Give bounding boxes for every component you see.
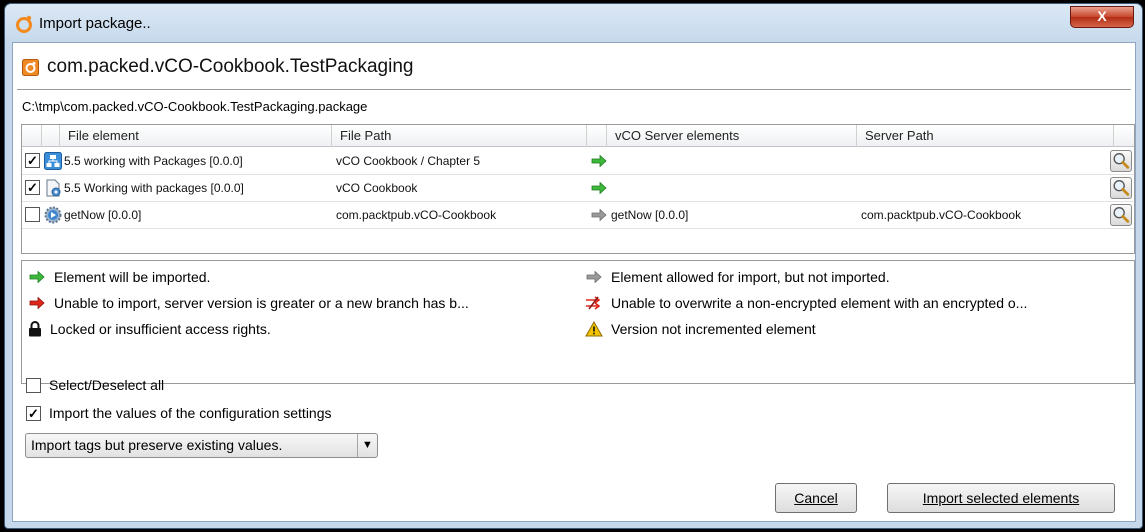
cancel-button[interactable]: Cancel <box>775 483 857 513</box>
magnifier-icon <box>1113 180 1130 196</box>
workflow-icon <box>44 152 62 170</box>
header-server-path[interactable]: Server Path <box>857 125 1114 147</box>
header-server-elements[interactable]: vCO Server elements <box>607 125 857 147</box>
magnifier-button[interactable] <box>1110 177 1132 199</box>
legend-imported: Element will be imported. <box>28 266 210 288</box>
package-header: com.packed.vCO-Cookbook.TestPackaging <box>22 55 413 79</box>
magnifier-button[interactable] <box>1110 204 1132 226</box>
elements-table: File element File Path vCO Server elemen… <box>21 124 1135 254</box>
legend-unable-overwrite: Unable to overwrite a non-encrypted elem… <box>585 292 1027 314</box>
header-file-path[interactable]: File Path <box>332 125 587 147</box>
file-path-cell: vCO Cookbook <box>336 181 418 195</box>
gray-arrow-icon <box>591 209 607 221</box>
import-selected-button[interactable]: Import selected elements <box>887 483 1115 513</box>
package-icon <box>22 58 39 76</box>
import-package-window: Import package.. X com.packed.vCO-Cookbo… <box>0 0 1145 532</box>
select-all-option[interactable]: Select/Deselect all <box>26 375 164 395</box>
import-config-checkbox[interactable]: ✓ <box>26 405 41 421</box>
dropdown-arrow-icon[interactable]: ▼ <box>357 434 377 457</box>
file-element-cell: 5.5 Working with packages [0.0.0] <box>64 181 244 195</box>
magnifier-button[interactable] <box>1110 150 1132 172</box>
legend-not-incremented-text: Version not incremented element <box>611 321 816 337</box>
server-path-cell: com.packtpub.vCO-Cookbook <box>861 208 1022 222</box>
legend-allowed-not-imported: Element allowed for import, but not impo… <box>585 266 890 288</box>
tags-import-select[interactable]: Import tags but preserve existing values… <box>25 433 378 458</box>
table-row[interactable]: getNow [0.0.0] com.packtpub.vCO-Cookbook… <box>22 202 1134 229</box>
legend-unable-import-text: Unable to import, server version is grea… <box>54 295 469 311</box>
import-config-label: Import the values of the configuration s… <box>49 405 332 421</box>
legend-unable-overwrite-text: Unable to overwrite a non-encrypted elem… <box>611 295 1028 311</box>
legend-locked-text: Locked or insufficient access rights. <box>50 321 271 337</box>
file-element-cell: 5.5 working with Packages [0.0.0] <box>64 154 243 168</box>
table-header: File element File Path vCO Server elemen… <box>22 125 1134 147</box>
legend-imported-text: Element will be imported. <box>54 269 211 285</box>
cancel-button-label: Cancel <box>794 490 838 506</box>
warning-icon <box>585 321 603 337</box>
window-frame: Import package.. X com.packed.vCO-Cookbo… <box>4 3 1143 529</box>
header-status-column <box>587 125 607 147</box>
file-path-cell: com.packtpub.vCO-Cookbook <box>336 208 497 222</box>
legend-allowed-text: Element allowed for import, but not impo… <box>611 269 890 285</box>
lock-icon <box>29 321 41 337</box>
dialog-content: com.packed.vCO-Cookbook.TestPackaging C:… <box>12 42 1136 522</box>
table-row[interactable]: ✓ 5.5 working with Packages [0.0.0] vCO … <box>22 148 1134 175</box>
row-checkbox[interactable]: ✓ <box>25 180 40 195</box>
legend-not-incremented: Version not incremented element <box>585 318 816 340</box>
window-title: Import package.. <box>39 15 151 32</box>
status-legend: Element will be imported. Element allowe… <box>21 260 1135 384</box>
file-path-cell: vCO Cookbook / Chapter 5 <box>336 154 481 168</box>
action-icon <box>46 179 61 197</box>
magnifier-icon <box>1113 207 1130 223</box>
magnifier-icon <box>1113 153 1130 169</box>
crossed-arrows-icon <box>586 296 601 310</box>
table-row[interactable]: ✓ 5.5 Working with packages [0.0.0] vCO … <box>22 175 1134 202</box>
import-selected-button-label: Import selected elements <box>922 490 1080 506</box>
green-arrow-icon <box>591 182 607 194</box>
gray-arrow-icon <box>586 271 602 283</box>
gear-action-icon <box>44 206 62 224</box>
legend-unable-import: Unable to import, server version is grea… <box>28 292 469 314</box>
select-all-checkbox[interactable] <box>26 377 41 393</box>
green-arrow-icon <box>591 155 607 167</box>
tags-select-value: Import tags but preserve existing values… <box>31 437 283 453</box>
header-file-element[interactable]: File element <box>60 125 332 147</box>
close-button[interactable]: X <box>1070 6 1134 28</box>
orchestrator-logo-icon <box>16 15 32 33</box>
package-name: com.packed.vCO-Cookbook.TestPackaging <box>47 56 414 77</box>
file-element-cell: getNow [0.0.0] <box>64 208 142 222</box>
row-checkbox[interactable] <box>25 207 40 222</box>
package-file-path: C:\tmp\com.packed.vCO-Cookbook.TestPacka… <box>22 99 368 114</box>
title-bar[interactable]: Import package.. X <box>5 4 1142 44</box>
select-all-label: Select/Deselect all <box>49 377 165 393</box>
green-arrow-icon <box>29 271 45 283</box>
red-arrow-icon <box>29 297 45 309</box>
server-element-cell: getNow [0.0.0] <box>611 208 689 222</box>
import-config-option[interactable]: ✓ Import the values of the configuration… <box>26 403 332 423</box>
legend-locked: Locked or insufficient access rights. <box>28 318 271 340</box>
header-check-column <box>22 125 42 147</box>
header-divider <box>17 89 1131 90</box>
row-checkbox[interactable]: ✓ <box>25 153 40 168</box>
header-icon-column <box>42 125 60 147</box>
